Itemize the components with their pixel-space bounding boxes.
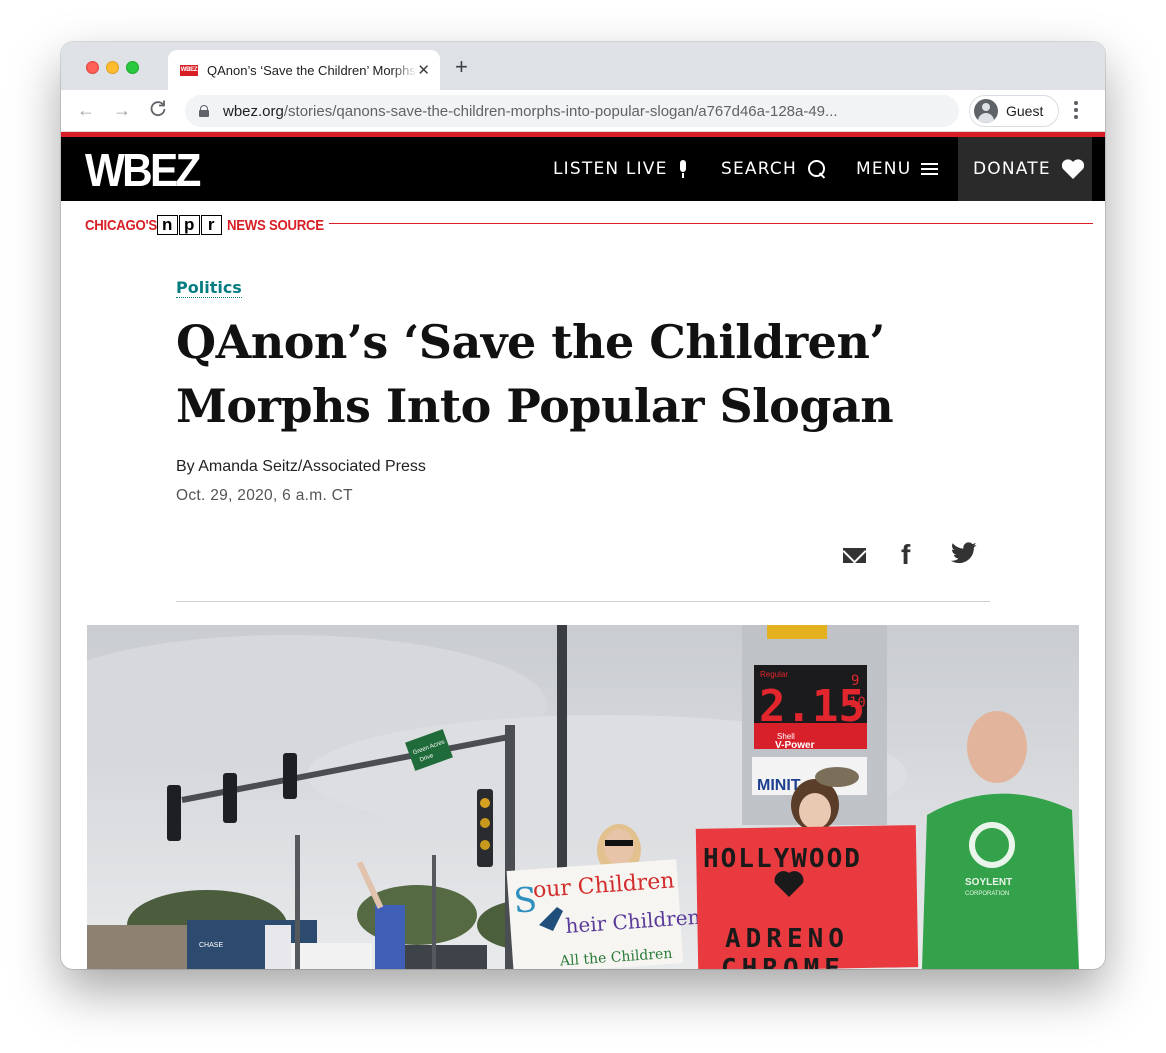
right-sign-line1: HOLLYWOOD xyxy=(703,844,862,874)
search-button[interactable]: SEARCH xyxy=(721,159,827,179)
tagline-suffix: NEWS SOURCE xyxy=(226,216,324,234)
browser-menu-icon[interactable] xyxy=(1074,101,1078,121)
maximize-window-button[interactable] xyxy=(126,61,139,74)
right-sign-line2: ADRENO xyxy=(725,924,849,954)
url-path: /stories/qanons-save-the-children-morphs… xyxy=(283,102,838,120)
minimize-window-button[interactable] xyxy=(106,61,119,74)
fuel-name: V-Power xyxy=(775,740,815,751)
article-photo[interactable]: CHASE Green Acres Drive Regular 2.15 9 1… xyxy=(87,625,1079,969)
profile-button[interactable]: Guest xyxy=(969,95,1059,127)
store-sign: MINIT xyxy=(757,777,801,794)
menu-button[interactable]: MENU xyxy=(856,159,939,179)
new-tab-button[interactable]: + xyxy=(455,56,468,78)
menu-label: MENU xyxy=(856,159,912,179)
reload-icon xyxy=(150,100,166,117)
wbez-logo[interactable]: WBEZ xyxy=(85,143,201,197)
tab-title: QAnon’s ‘Save the Children’ Morphs Into … xyxy=(207,62,417,78)
close-window-button[interactable] xyxy=(86,61,99,74)
tagline-prefix: CHICAGO'S xyxy=(85,216,157,234)
facebook-icon[interactable]: f xyxy=(901,539,910,571)
url-text: wbez.org/stories/qanons-save-the-childre… xyxy=(223,103,838,120)
lock-icon xyxy=(199,105,209,117)
donate-label: DONATE xyxy=(973,159,1051,179)
npr-letter-n: n xyxy=(156,215,178,235)
npr-logo[interactable]: n p r xyxy=(156,215,223,235)
forward-button[interactable]: → xyxy=(113,100,131,120)
npr-letter-p: p xyxy=(178,215,200,235)
tagline-rule xyxy=(329,223,1093,224)
shirt-subtext: CORPORATION xyxy=(965,891,1009,897)
url-domain: wbez.org xyxy=(223,102,284,120)
price-label: Regular xyxy=(760,670,788,679)
heart-icon xyxy=(1061,159,1084,179)
address-bar[interactable]: wbez.org/stories/qanons-save-the-childre… xyxy=(185,95,959,127)
site-header: WBEZ LISTEN LIVE SEARCH MENU DONATE xyxy=(61,137,1105,201)
category-link[interactable]: Politics xyxy=(176,278,242,298)
right-sign-line3: CHROME xyxy=(721,954,845,969)
left-sign-s: S xyxy=(512,880,538,922)
npr-letter-r: r xyxy=(200,215,222,235)
browser-window: WBEZ QAnon’s ‘Save the Children’ Morphs … xyxy=(61,42,1105,969)
reload-button[interactable] xyxy=(149,100,167,122)
avatar-icon xyxy=(974,99,998,123)
tab-strip: WBEZ QAnon’s ‘Save the Children’ Morphs … xyxy=(61,42,1105,90)
price-fraction-bottom: 10 xyxy=(849,695,866,711)
browser-toolbar: ← → wbez.org/stories/qanons-save-the-chi… xyxy=(61,90,1105,132)
publish-date: Oct. 29, 2020, 6 a.m. CT xyxy=(176,487,353,504)
protest-photo-illustration: CHASE Green Acres Drive Regular 2.15 9 1… xyxy=(87,625,1079,969)
article-divider xyxy=(176,601,990,602)
price-fraction-top: 9 xyxy=(851,673,859,689)
browser-tab-active[interactable]: WBEZ QAnon’s ‘Save the Children’ Morphs … xyxy=(168,50,440,90)
back-button[interactable]: ← xyxy=(77,100,95,120)
listen-live-label: LISTEN LIVE xyxy=(553,159,668,179)
hamburger-icon xyxy=(921,163,939,175)
search-icon xyxy=(807,159,827,179)
listen-live-link[interactable]: LISTEN LIVE xyxy=(553,159,688,179)
email-icon[interactable] xyxy=(843,548,866,563)
search-label: SEARCH xyxy=(721,159,797,179)
byline: By Amanda Seitz/Associated Press xyxy=(176,458,426,475)
twitter-icon[interactable] xyxy=(951,542,977,564)
tab-close-icon[interactable]: ✕ xyxy=(417,61,430,79)
profile-label: Guest xyxy=(1006,103,1044,119)
shirt-text: SOYLENT xyxy=(965,877,1012,888)
article-headline: QAnon’s ‘Save the Children’ Morphs Into … xyxy=(176,315,894,433)
donate-button[interactable]: DONATE xyxy=(973,159,1085,179)
npr-tagline: CHICAGO'S n p r NEWS SOURCE xyxy=(85,215,337,235)
wbez-favicon-icon: WBEZ xyxy=(180,64,198,76)
bank-sign: CHASE xyxy=(199,942,223,949)
microphone-icon xyxy=(678,160,688,178)
